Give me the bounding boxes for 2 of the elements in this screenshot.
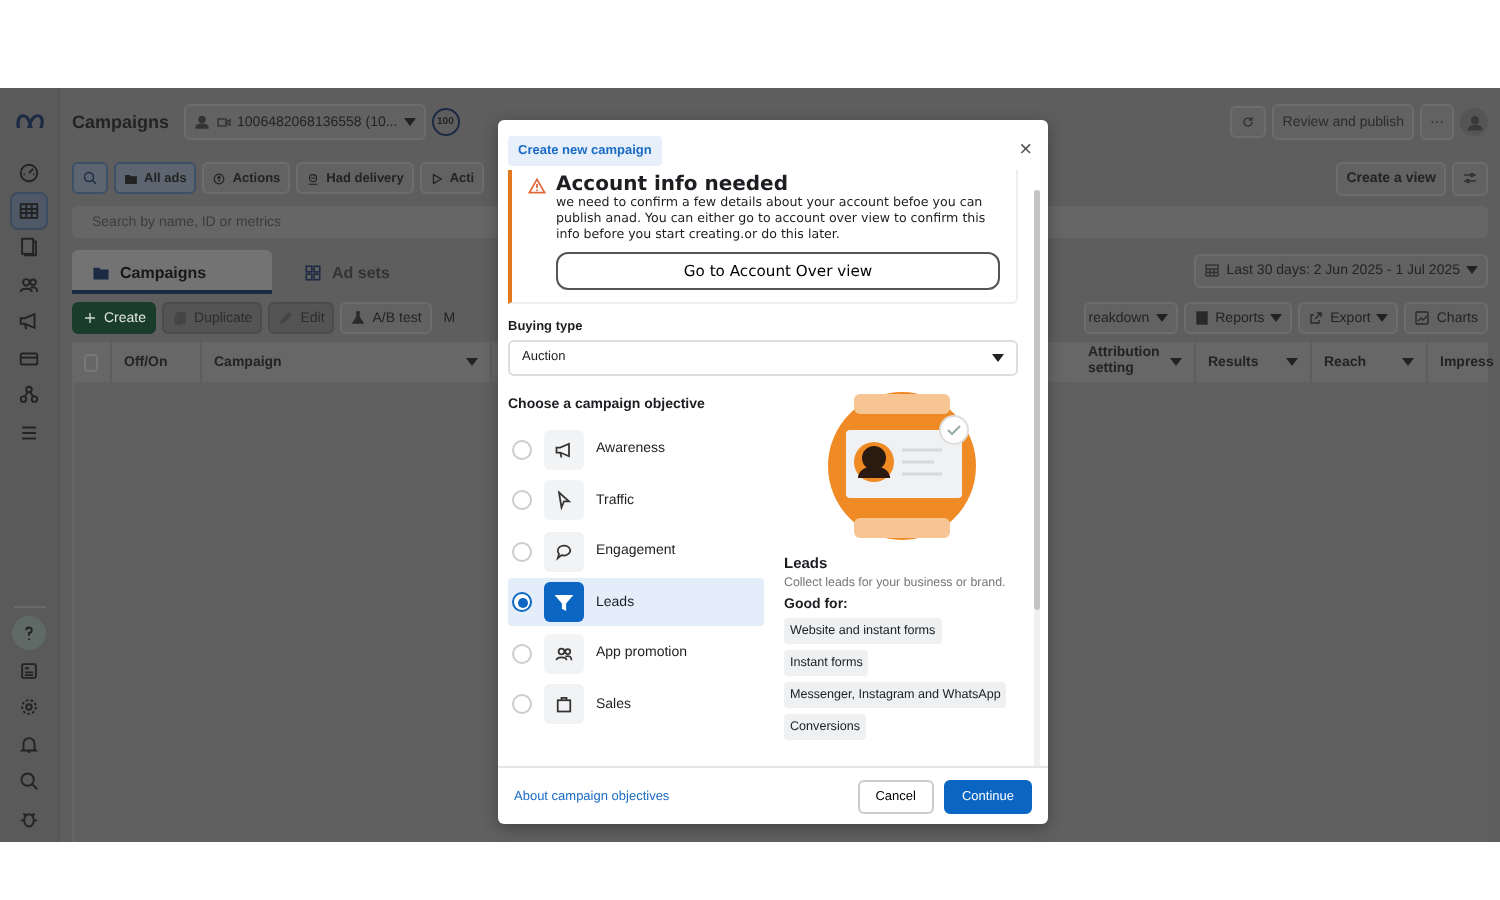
alert-title: Account info needed: [556, 174, 790, 196]
page-title: Campaigns: [72, 112, 170, 132]
